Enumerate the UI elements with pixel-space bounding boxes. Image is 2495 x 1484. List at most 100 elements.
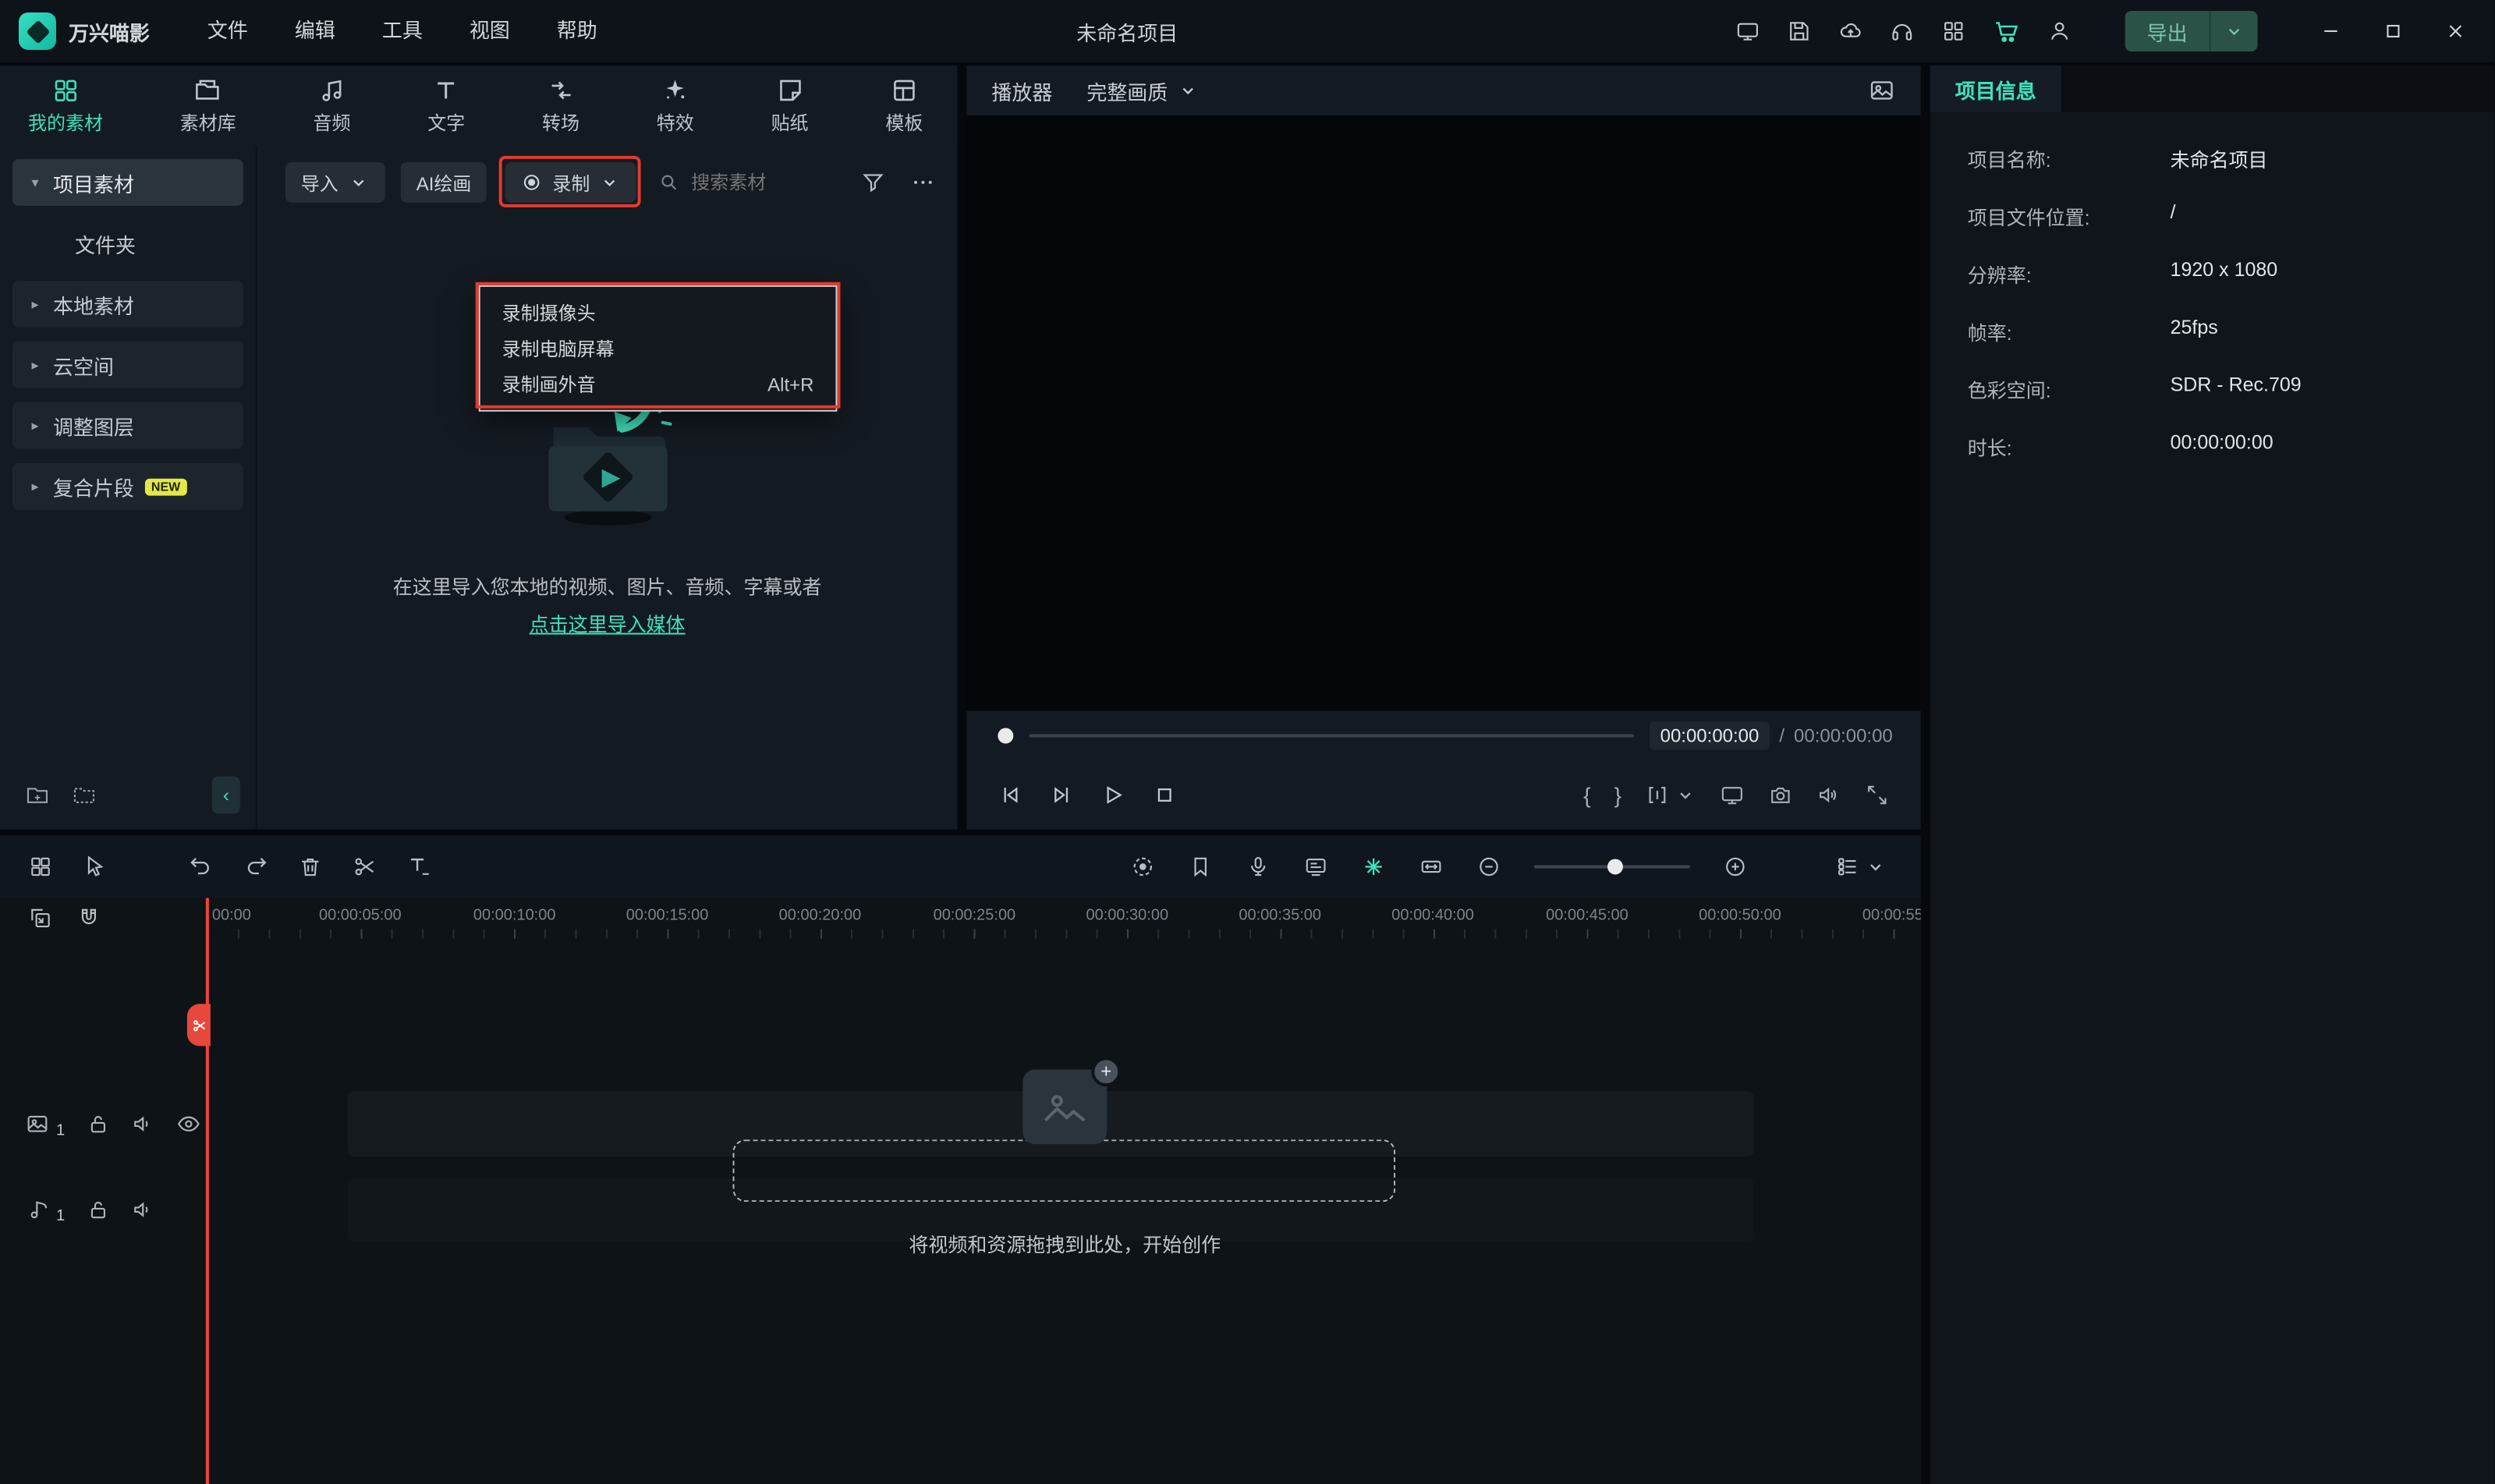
marker-icon[interactable] bbox=[1188, 854, 1213, 879]
music-note-icon bbox=[317, 76, 346, 104]
import-media-link[interactable]: 点击这里导入媒体 bbox=[530, 608, 686, 638]
info-row: 项目文件位置: / bbox=[1968, 201, 2458, 231]
mute-track-icon[interactable] bbox=[130, 1197, 155, 1222]
cloud-upload-icon[interactable] bbox=[1838, 19, 1863, 44]
snapshot-camera-icon[interactable] bbox=[1768, 782, 1793, 807]
menu-view[interactable]: 视图 bbox=[446, 0, 533, 62]
split-scissors-button[interactable] bbox=[353, 854, 377, 879]
tab-transition[interactable]: 转场 bbox=[542, 76, 579, 136]
mark-out-button[interactable]: } bbox=[1614, 782, 1621, 807]
record-label: 录制 bbox=[552, 169, 590, 196]
sidebar-item-local-media[interactable]: ▸ 本地素材 bbox=[12, 281, 243, 328]
media-view-icon[interactable] bbox=[28, 854, 53, 879]
tab-audio[interactable]: 音频 bbox=[313, 76, 350, 136]
new-folder-icon[interactable] bbox=[25, 782, 50, 807]
redo-button[interactable] bbox=[243, 854, 268, 879]
zoom-slider-knob[interactable] bbox=[1607, 859, 1623, 874]
sidebar-item-adjustment-layer[interactable]: ▸ 调整图层 bbox=[12, 402, 243, 449]
record-button[interactable]: 录制 bbox=[505, 162, 636, 203]
support-headset-icon[interactable] bbox=[1890, 19, 1915, 44]
lock-track-icon[interactable] bbox=[85, 1111, 110, 1136]
tab-text[interactable]: 文字 bbox=[427, 76, 465, 136]
undo-button[interactable] bbox=[189, 854, 214, 879]
render-preview-icon[interactable] bbox=[1130, 854, 1155, 879]
timeline-drop-zone[interactable] bbox=[733, 1139, 1396, 1202]
keyframe-box-icon[interactable] bbox=[1419, 854, 1444, 879]
tab-templates[interactable]: 模板 bbox=[885, 76, 923, 136]
quick-text-button[interactable] bbox=[407, 854, 432, 879]
menu-help[interactable]: 帮助 bbox=[533, 0, 621, 62]
track-manager-dropdown[interactable] bbox=[1835, 854, 1887, 879]
snap-magnet-icon[interactable] bbox=[76, 905, 101, 930]
ai-paint-button[interactable]: AI绘画 bbox=[401, 162, 487, 203]
menu-file[interactable]: 文件 bbox=[184, 0, 271, 62]
mute-track-icon[interactable] bbox=[130, 1111, 155, 1136]
playback-slider[interactable] bbox=[1029, 735, 1633, 738]
zoom-out-button[interactable] bbox=[1476, 854, 1501, 879]
previous-frame-button[interactable] bbox=[998, 782, 1022, 807]
fullscreen-icon[interactable] bbox=[1865, 782, 1890, 807]
play-button[interactable] bbox=[1100, 782, 1125, 807]
menu-edit[interactable]: 编辑 bbox=[271, 0, 359, 62]
export-chevron-down-icon[interactable] bbox=[2211, 20, 2258, 42]
playhead[interactable] bbox=[206, 898, 209, 1484]
ruler-tick: 00:00:20:00 bbox=[779, 907, 862, 924]
delete-folder-icon[interactable] bbox=[72, 782, 97, 807]
timeline-zoom-slider[interactable] bbox=[1534, 865, 1690, 868]
display-mode-icon[interactable] bbox=[1735, 19, 1760, 44]
record-dot-icon bbox=[521, 172, 543, 193]
zoom-in-button[interactable] bbox=[1723, 854, 1748, 879]
sidebar-item-folder[interactable]: 文件夹 bbox=[12, 220, 243, 267]
cart-icon[interactable] bbox=[1993, 17, 2021, 45]
minimize-button[interactable] bbox=[2320, 20, 2342, 42]
mark-in-button[interactable]: { bbox=[1583, 782, 1590, 807]
media-tabs: 我的素材 素材库 音频 文字 转场 特效 bbox=[0, 66, 957, 147]
second-display-icon[interactable] bbox=[1720, 782, 1745, 807]
sidebar-item-project-media[interactable]: ▾ 项目素材 bbox=[12, 159, 243, 206]
delete-button[interactable] bbox=[298, 854, 323, 879]
import-button[interactable]: 导入 bbox=[285, 162, 385, 203]
tab-my-media[interactable]: 我的素材 bbox=[28, 76, 103, 136]
stop-button[interactable] bbox=[1152, 782, 1177, 807]
tab-stickers[interactable]: 贴纸 bbox=[771, 76, 809, 136]
ruler-tick: 00:00:05:00 bbox=[319, 907, 402, 924]
apps-grid-icon[interactable] bbox=[1941, 19, 1966, 44]
search-box[interactable] bbox=[658, 172, 845, 193]
hide-track-eye-icon[interactable] bbox=[175, 1111, 200, 1136]
menu-tools[interactable]: 工具 bbox=[359, 0, 446, 62]
quality-dropdown[interactable]: 完整画质 bbox=[1086, 76, 1199, 105]
player-title: 播放器 bbox=[991, 76, 1052, 105]
filter-icon[interactable] bbox=[860, 170, 885, 195]
volume-icon[interactable] bbox=[1816, 782, 1841, 807]
account-icon[interactable] bbox=[2047, 19, 2072, 44]
add-media-plus-badge[interactable]: + bbox=[1091, 1057, 1121, 1086]
playback-slider-knob[interactable] bbox=[998, 728, 1013, 744]
sidebar-item-label: 调整图层 bbox=[53, 411, 134, 441]
sidebar-item-cloud-space[interactable]: ▸ 云空间 bbox=[12, 342, 243, 388]
tab-effects[interactable]: 特效 bbox=[657, 76, 694, 136]
close-button[interactable] bbox=[2444, 20, 2466, 42]
more-options-icon[interactable] bbox=[910, 170, 935, 195]
maximize-button[interactable] bbox=[2382, 20, 2404, 42]
info-row: 时长: 00:00:00:00 bbox=[1968, 432, 2458, 462]
add-to-timeline-icon[interactable] bbox=[28, 905, 53, 930]
collapse-sidebar-button[interactable]: ‹ bbox=[212, 777, 240, 814]
info-value: 00:00:00:00 bbox=[2171, 432, 2273, 462]
timeline-ruler[interactable]: 00:00 00:00:05:00 00:00:10:00 00:00:15:0… bbox=[207, 898, 1921, 938]
playhead-scissors-handle[interactable] bbox=[187, 1004, 211, 1046]
speech-to-text-icon[interactable] bbox=[1303, 854, 1328, 879]
search-input[interactable] bbox=[691, 172, 831, 193]
tab-stock-library[interactable]: 素材库 bbox=[180, 76, 236, 136]
select-cursor-icon[interactable] bbox=[83, 854, 108, 879]
sidebar-item-label: 项目素材 bbox=[53, 168, 134, 197]
export-button[interactable]: 导出 bbox=[2125, 11, 2258, 51]
voiceover-mic-icon[interactable] bbox=[1246, 854, 1271, 879]
sidebar-item-compound-clip[interactable]: ▸ 复合片段 NEW bbox=[12, 463, 243, 510]
next-frame-button[interactable] bbox=[1049, 782, 1074, 807]
tab-project-info[interactable]: 项目信息 bbox=[1930, 66, 2061, 112]
scopes-icon[interactable] bbox=[1868, 76, 1896, 104]
save-icon[interactable] bbox=[1787, 19, 1812, 44]
lock-track-icon[interactable] bbox=[85, 1197, 110, 1222]
mark-range-dropdown[interactable] bbox=[1645, 782, 1696, 807]
beat-detection-icon[interactable] bbox=[1361, 854, 1386, 879]
